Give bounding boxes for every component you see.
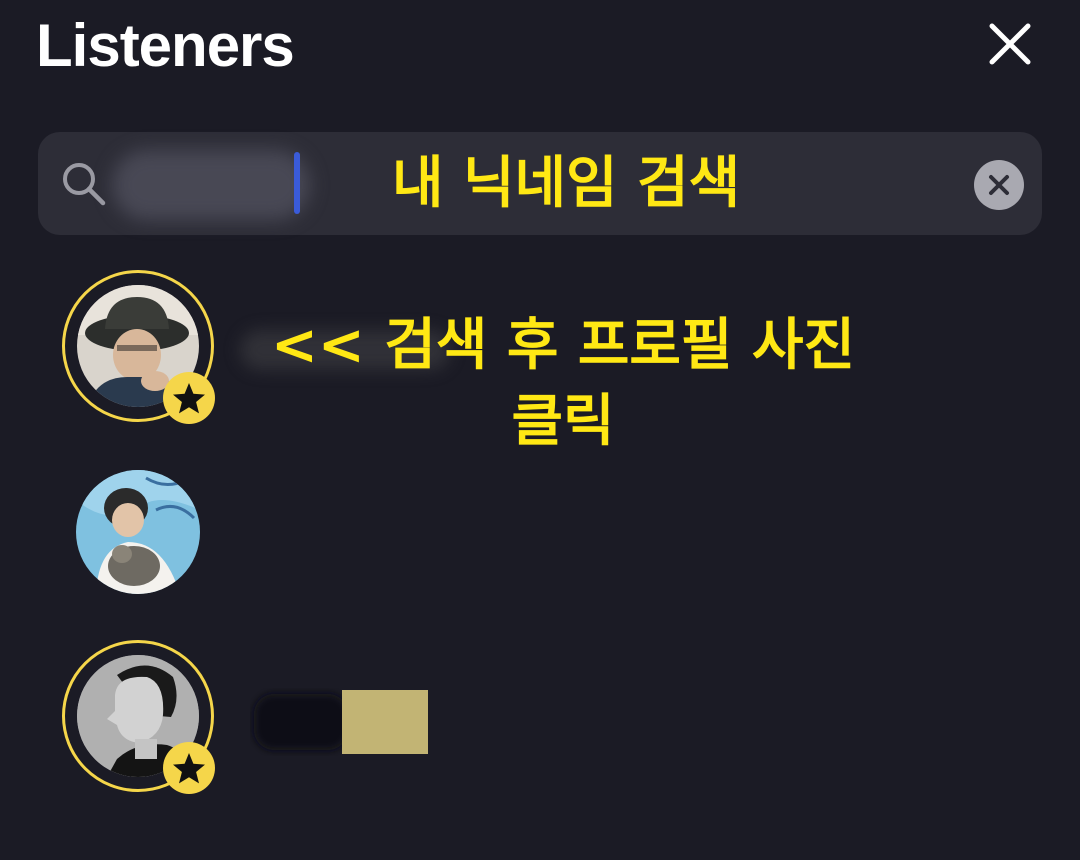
page-title: Listeners (36, 12, 295, 79)
click-hint-annotation: << 검색 후 프로필 사진 클릭 (250, 308, 876, 460)
close-button[interactable] (984, 18, 1036, 70)
search-icon (63, 163, 106, 206)
star-icon (173, 383, 205, 414)
avatar-with-cat (76, 470, 200, 594)
star-badge (163, 372, 215, 424)
click-hint-line2: 클릭 (511, 389, 615, 454)
star-badge (163, 742, 215, 794)
search-hint-annotation: 내 닉네임 검색 (392, 151, 741, 216)
clear-icon (989, 175, 1009, 195)
star-icon (173, 753, 205, 784)
listener-avatar-1[interactable] (62, 270, 215, 424)
close-icon (989, 23, 1031, 65)
search-input[interactable] (112, 150, 316, 220)
click-hint-line1: << 검색 후 프로필 사진 (271, 313, 855, 378)
listener-avatar-2[interactable] (62, 456, 214, 608)
listener-name-redacted (250, 688, 446, 756)
listener-avatar-3[interactable] (62, 640, 215, 794)
clear-search-button[interactable] (974, 160, 1024, 210)
text-cursor (294, 152, 300, 214)
